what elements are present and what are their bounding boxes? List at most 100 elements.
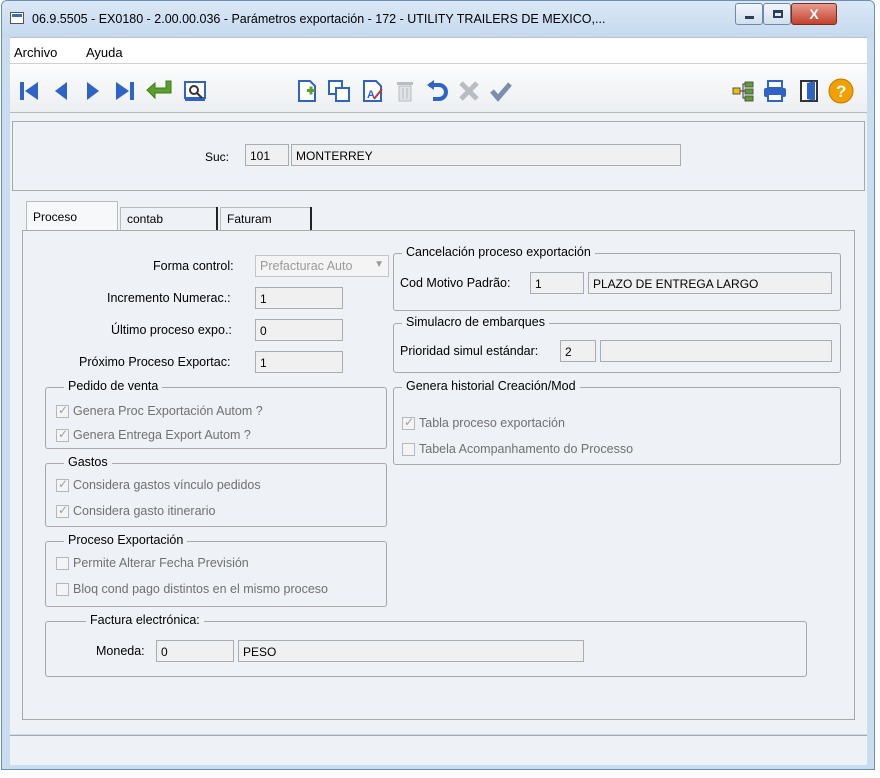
exit-icon[interactable]: [796, 78, 822, 104]
prioridad-desc: [600, 340, 832, 362]
proximo-field[interactable]: 1: [255, 351, 343, 373]
confirm-icon[interactable]: [488, 78, 514, 104]
historial-group-title: Genera historial Creación/Mod: [402, 379, 580, 393]
toolbar: A ?: [10, 63, 867, 113]
search-icon[interactable]: [182, 78, 208, 104]
permite-alterar-fecha-checkbox[interactable]: Permite Alterar Fecha Previsión: [56, 554, 249, 572]
bloq-cond-pago-label: Bloq cond pago distintos en el mismo pro…: [73, 582, 329, 596]
simulacro-group-title: Simulacro de embarques: [402, 315, 549, 329]
factura-group-title: Factura electrónica:: [86, 613, 204, 627]
svg-text:?: ?: [836, 82, 846, 101]
app-icon: [10, 12, 24, 24]
pedido-group-title: Pedido de venta: [64, 379, 163, 393]
forma-control-value: Prefacturac Auto: [260, 259, 353, 273]
title-bar: 06.9.5505 - EX0180 - 2.00.00.036 - Parám…: [2, 1, 874, 37]
checkbox-checked-icon: [56, 427, 69, 442]
cancelacion-group-title: Cancelación proceso exportación: [402, 245, 595, 259]
historial-group: Genera historial Creación/Mod Tabla proc…: [393, 379, 841, 465]
status-bar: [10, 735, 867, 765]
forma-control-label: Forma control:: [153, 259, 234, 273]
moneda-field[interactable]: 0: [156, 640, 234, 662]
new-record-icon[interactable]: [294, 78, 320, 104]
genera-entrega-label: Genera Entrega Export Autom ?: [73, 428, 251, 442]
ultimo-label: Último proceso expo.:: [111, 323, 232, 337]
prioridad-field[interactable]: 2: [560, 340, 596, 362]
app-window: 06.9.5505 - EX0180 - 2.00.00.036 - Parám…: [1, 0, 875, 770]
proximo-label: Próximo Proceso Exportac:: [79, 355, 231, 369]
gastos-group: Gastos Considera gastos vínculo pedidos …: [45, 455, 387, 527]
previous-record-icon[interactable]: [48, 78, 74, 104]
print-icon[interactable]: [762, 78, 788, 104]
last-record-icon[interactable]: [112, 78, 138, 104]
checkbox-unchecked-icon: [56, 556, 69, 570]
checkbox-unchecked-icon: [56, 582, 69, 596]
genera-proc-exp-checkbox[interactable]: Genera Proc Exportación Autom ?: [56, 402, 263, 420]
tab-separator: [216, 207, 218, 231]
genera-proc-exp-label: Genera Proc Exportación Autom ?: [73, 404, 263, 418]
checkbox-unchecked-icon: [402, 442, 415, 456]
tabela-acompanhamento-label: Tabela Acompanhamento do Processo: [419, 442, 634, 456]
window-title: 06.9.5505 - EX0180 - 2.00.00.036 - Parám…: [32, 12, 606, 26]
genera-entrega-checkbox[interactable]: Genera Entrega Export Autom ?: [56, 426, 251, 444]
cancel-icon[interactable]: [456, 78, 482, 104]
forma-control-select[interactable]: Prefacturac Auto ▼: [255, 255, 389, 277]
suc-code-field[interactable]: 101: [245, 144, 289, 166]
minimize-button[interactable]: [735, 3, 763, 25]
cod-motivo-field[interactable]: 1: [530, 272, 584, 294]
chevron-down-icon: ▼: [374, 259, 384, 270]
edit-icon[interactable]: A: [360, 78, 386, 104]
main-content: Suc: 101 MONTERREY Proceso contab Fatura…: [10, 113, 867, 734]
suc-name-field: MONTERREY: [291, 144, 681, 166]
considera-gastos-vinculo-checkbox[interactable]: Considera gastos vínculo pedidos: [56, 476, 261, 494]
close-button[interactable]: X: [791, 3, 837, 25]
ultimo-field[interactable]: 0: [255, 319, 343, 341]
incremento-label: Incremento Numerac.:: [107, 291, 231, 305]
tab-faturam[interactable]: Faturam: [220, 207, 312, 231]
copy-icon[interactable]: [326, 78, 352, 104]
checkbox-checked-icon: [56, 477, 69, 492]
close-icon: X: [809, 6, 819, 22]
maximize-icon: [773, 10, 783, 18]
simulacro-group: Simulacro de embarques Prioridad simul e…: [393, 315, 841, 373]
moneda-label: Moneda:: [96, 644, 145, 658]
factura-group: Factura electrónica: Moneda: 0 PESO: [45, 613, 807, 677]
tab-separator: [310, 207, 312, 231]
menu-archivo[interactable]: Archivo: [14, 45, 57, 60]
next-record-icon[interactable]: [80, 78, 106, 104]
incremento-field[interactable]: 1: [255, 287, 343, 309]
considera-gasto-itinerario-label: Considera gasto itinerario: [73, 504, 216, 518]
maximize-button[interactable]: [763, 3, 791, 25]
proceso-exportacion-group: Proceso Exportación Permite Alterar Fech…: [45, 533, 387, 607]
tab-proceso[interactable]: Proceso: [26, 201, 118, 231]
tree-icon[interactable]: [730, 78, 756, 104]
menu-ayuda[interactable]: Ayuda: [86, 45, 123, 60]
branch-panel: Suc: 101 MONTERREY: [12, 121, 865, 191]
delete-icon[interactable]: [392, 78, 418, 104]
goto-icon[interactable]: [144, 78, 176, 104]
moneda-desc: PESO: [238, 640, 584, 662]
svg-text:A: A: [367, 89, 375, 101]
suc-label: Suc:: [205, 150, 230, 164]
tab-panel-proceso: Forma control: Prefacturac Auto ▼ Increm…: [22, 230, 855, 720]
minimize-icon: [745, 16, 754, 19]
tabla-proceso-checkbox[interactable]: Tabla proceso exportación: [402, 414, 565, 432]
undo-icon[interactable]: [424, 78, 450, 104]
checkbox-checked-icon: [402, 415, 415, 430]
proceso-exportacion-group-title: Proceso Exportación: [64, 533, 188, 547]
first-record-icon[interactable]: [16, 78, 42, 104]
prioridad-label: Prioridad simul estándar:: [400, 344, 539, 358]
checkbox-checked-icon: [56, 503, 69, 518]
tab-contab[interactable]: contab: [120, 207, 216, 231]
considera-gastos-vinculo-label: Considera gastos vínculo pedidos: [73, 478, 261, 492]
cod-motivo-label: Cod Motivo Padrão:: [400, 276, 511, 290]
cancelacion-group: Cancelación proceso exportación Cod Moti…: [393, 245, 841, 311]
tabla-proceso-label: Tabla proceso exportación: [419, 416, 565, 430]
checkbox-checked-icon: [56, 403, 69, 418]
tabela-acompanhamento-checkbox[interactable]: Tabela Acompanhamento do Processo: [402, 440, 633, 458]
gastos-group-title: Gastos: [64, 455, 112, 469]
help-icon[interactable]: ?: [828, 78, 854, 104]
bloq-cond-pago-checkbox[interactable]: Bloq cond pago distintos en el mismo pro…: [56, 580, 328, 598]
considera-gasto-itinerario-checkbox[interactable]: Considera gasto itinerario: [56, 502, 215, 520]
menu-bar: Archivo Ayuda: [10, 37, 867, 63]
cod-motivo-desc: PLAZO DE ENTREGA LARGO: [588, 272, 832, 294]
